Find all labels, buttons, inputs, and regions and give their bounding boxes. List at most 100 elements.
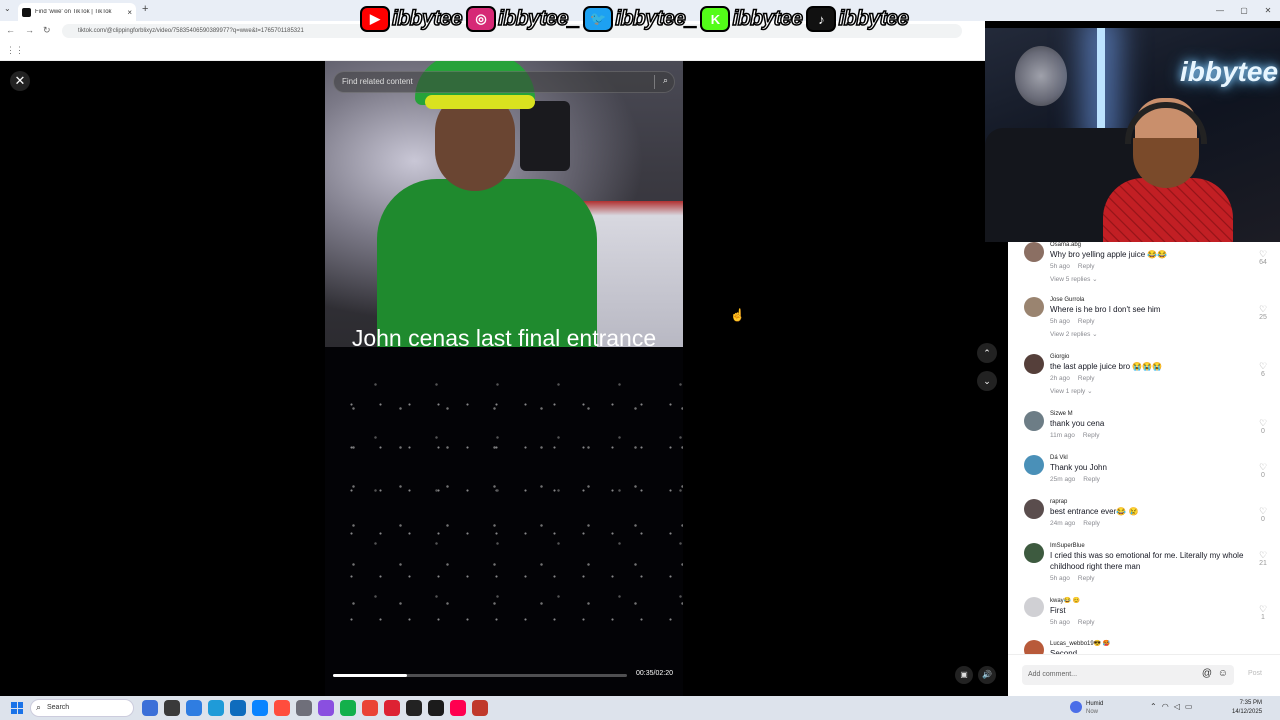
search-icon[interactable]: ⌕ — [654, 75, 668, 89]
reply-button[interactable]: Reply — [1078, 375, 1095, 382]
new-tab-button[interactable]: + — [142, 3, 148, 15]
apps-grid-icon[interactable]: ⋮⋮ — [6, 45, 24, 56]
clock[interactable]: 7:35 PM 14/12/2025 — [1232, 699, 1262, 717]
related-search-box[interactable]: Find related content ⌕ — [333, 71, 675, 93]
video-progress-bar[interactable] — [333, 674, 627, 677]
taskbar-app-icon[interactable] — [384, 700, 400, 716]
arena-lights — [325, 381, 683, 631]
video-frame — [325, 61, 683, 347]
previous-video-button[interactable]: ⌃ — [977, 343, 997, 363]
wifi-icon[interactable]: ◠ — [1162, 702, 1169, 711]
social-handle: Kibbytee — [700, 6, 804, 32]
taskbar-app-icon[interactable] — [296, 700, 312, 716]
view-replies-button[interactable]: View 5 replies ⌄ — [1050, 275, 1246, 283]
comment-username[interactable]: Osama.abg — [1050, 242, 1246, 248]
floating-player-button[interactable]: ▣ — [955, 666, 973, 684]
tiktok-icon: ♪ — [806, 6, 837, 32]
avatar[interactable] — [1024, 297, 1044, 317]
reload-icon[interactable]: ↻ — [43, 25, 51, 36]
comment-list[interactable]: Osama.abg Why bro yelling apple juice 😂😂 5… — [1008, 242, 1280, 654]
comment-username[interactable]: Lucas_webbo19😎 🥵 — [1050, 640, 1246, 647]
view-replies-button[interactable]: View 2 replies ⌄ — [1050, 330, 1246, 338]
taskbar-app-icon[interactable] — [340, 700, 356, 716]
heart-icon: ♡ — [1258, 249, 1268, 259]
speaker-icon[interactable]: ◁ — [1174, 702, 1180, 711]
comment-username[interactable]: Jose Gurrola — [1050, 297, 1246, 303]
like-button[interactable]: ♡ 1 — [1256, 605, 1270, 622]
volume-button[interactable]: 🔊 — [978, 666, 996, 684]
like-button[interactable]: ♡ 0 — [1256, 463, 1270, 480]
close-window-button[interactable]: ✕ — [1256, 0, 1280, 21]
taskbar-app-icon[interactable] — [208, 700, 224, 716]
comment-username[interactable]: Giorgio — [1050, 354, 1246, 360]
browser-tab[interactable]: Find 'wwe' on TikTok | TikTok × — [18, 3, 136, 21]
reply-button[interactable]: Reply — [1083, 520, 1100, 527]
avatar[interactable] — [1024, 354, 1044, 374]
clock-time: 7:35 PM — [1239, 700, 1262, 706]
like-button[interactable]: ♡ 0 — [1256, 507, 1270, 524]
avatar[interactable] — [1024, 242, 1044, 262]
reply-button[interactable]: Reply — [1078, 575, 1095, 582]
video-player[interactable]: John cenas last final entrance Find rela… — [325, 61, 683, 696]
bookmarks-bar: ⋮⋮ — [0, 41, 985, 61]
taskbar-app-icon[interactable] — [428, 700, 444, 716]
emoji-icon[interactable]: ☺ — [1218, 668, 1228, 679]
like-count: 1 — [1261, 614, 1265, 621]
avatar[interactable] — [1024, 543, 1044, 563]
like-button[interactable]: ♡ 21 — [1256, 551, 1270, 568]
avatar[interactable] — [1024, 411, 1044, 431]
comment-input[interactable]: Add comment... @ ☺ — [1022, 665, 1234, 685]
taskbar-app-icon[interactable] — [186, 700, 202, 716]
battery-icon[interactable]: ▭ — [1185, 702, 1193, 711]
comment-username[interactable]: Sizwe M — [1050, 411, 1246, 417]
taskbar-app-icon[interactable] — [252, 700, 268, 716]
reply-button[interactable]: Reply — [1083, 432, 1100, 439]
mention-icon[interactable]: @ — [1202, 668, 1212, 679]
reply-button[interactable]: Reply — [1078, 263, 1095, 270]
tab-title: Find 'wwe' on TikTok | TikTok — [35, 9, 112, 15]
comment-text: Where is he bro I don't see him — [1050, 305, 1161, 314]
taskbar-app-icon[interactable] — [164, 700, 180, 716]
taskbar-app-icon[interactable] — [406, 700, 422, 716]
taskbar-app-icon[interactable] — [230, 700, 246, 716]
reply-button[interactable]: Reply — [1078, 619, 1095, 626]
tab-close-icon[interactable]: × — [127, 8, 132, 17]
taskbar-app-icon[interactable] — [318, 700, 334, 716]
forward-icon[interactable]: → — [25, 25, 34, 35]
avatar[interactable] — [1024, 640, 1044, 654]
close-video-button[interactable]: ✕ — [10, 71, 30, 91]
weather-widget[interactable]: Humid Now — [1070, 699, 1130, 717]
post-button[interactable]: Post — [1248, 670, 1262, 677]
comment-username[interactable]: kway😂 😊 — [1050, 597, 1246, 604]
taskbar-app-icon[interactable] — [450, 700, 466, 716]
minimize-button[interactable]: — — [1208, 0, 1232, 21]
like-count: 6 — [1261, 371, 1265, 378]
avatar[interactable] — [1024, 499, 1044, 519]
like-button[interactable]: ♡ 6 — [1256, 362, 1270, 379]
like-button[interactable]: ♡ 64 — [1256, 249, 1270, 267]
taskbar-app-icon[interactable] — [472, 700, 488, 716]
taskbar-app-icon[interactable] — [142, 700, 158, 716]
comment-username[interactable]: raprap — [1050, 499, 1246, 505]
tab-list-chevron-icon[interactable]: ⌄ — [4, 4, 11, 13]
avatar[interactable] — [1024, 455, 1044, 475]
like-count: 0 — [1261, 428, 1265, 435]
like-button[interactable]: ♡ 25 — [1256, 305, 1270, 322]
window-controls: — ▢ ✕ — [1208, 0, 1280, 21]
avatar[interactable] — [1024, 597, 1044, 617]
next-video-button[interactable]: ⌄ — [977, 371, 997, 391]
comment-username[interactable]: ImSuperBlue — [1050, 543, 1246, 549]
tray-chevron-icon[interactable]: ⌃ — [1150, 702, 1157, 711]
reply-button[interactable]: Reply — [1078, 318, 1095, 325]
comment-username[interactable]: Dá Vkl — [1050, 455, 1246, 461]
taskbar-search[interactable]: ⌕ Search — [30, 699, 134, 717]
taskbar-search-label: Search — [47, 704, 70, 711]
reply-button[interactable]: Reply — [1083, 476, 1100, 483]
taskbar-app-icon[interactable] — [362, 700, 378, 716]
view-replies-button[interactable]: View 1 reply ⌄ — [1050, 387, 1246, 395]
start-button[interactable] — [11, 702, 23, 714]
like-button[interactable]: ♡ 0 — [1256, 419, 1270, 436]
maximize-button[interactable]: ▢ — [1232, 0, 1256, 21]
taskbar-app-icon[interactable] — [274, 700, 290, 716]
back-icon[interactable]: ← — [6, 25, 15, 35]
